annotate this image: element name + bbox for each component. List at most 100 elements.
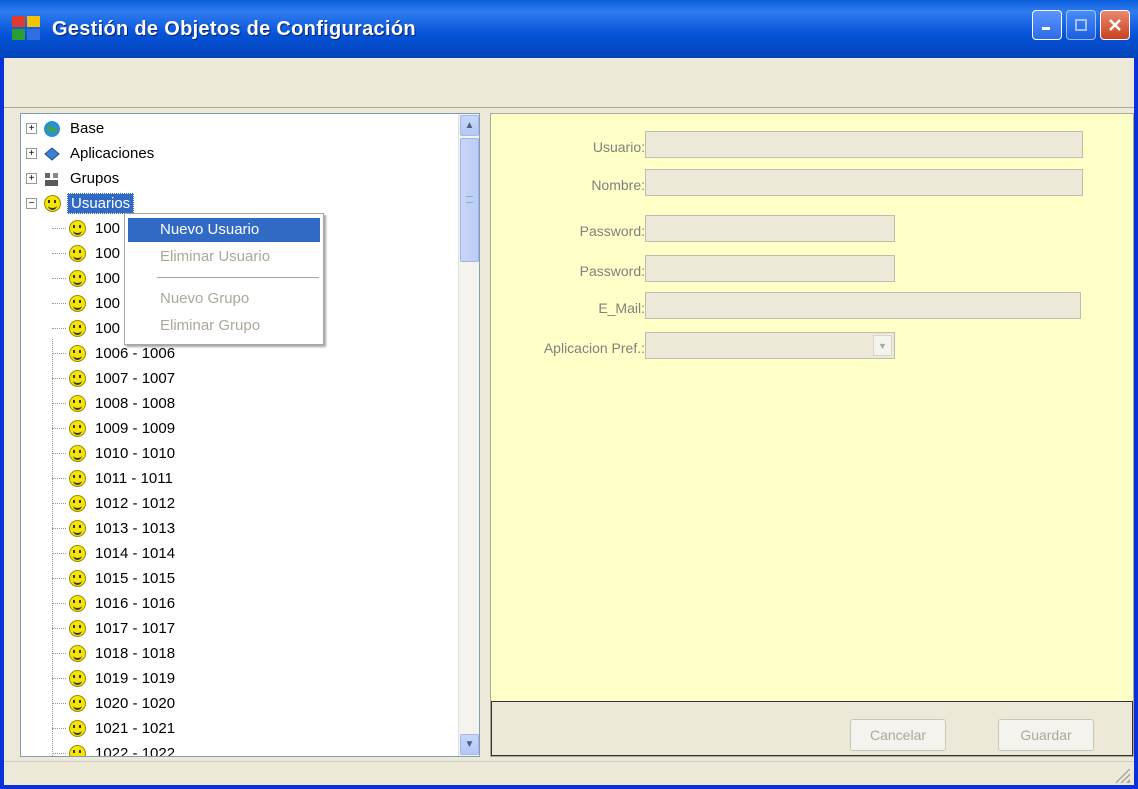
tree-node-label: 1012 - 1012: [95, 495, 176, 512]
tree-node-label: Aplicaciones: [70, 145, 155, 162]
tree-node-user[interactable]: 1021 - 1021: [68, 716, 178, 741]
tree-node-aplicaciones[interactable]: + Aplicaciones: [26, 141, 157, 166]
smiley-icon: [68, 220, 86, 238]
tree-node-label: 1015 - 1015: [95, 570, 176, 587]
scroll-up-icon[interactable]: ▲: [460, 115, 479, 136]
smiley-icon: [68, 445, 86, 463]
title-bar[interactable]: Gestión de Objetos de Configuración: [0, 0, 1138, 58]
tree-node-user[interactable]: 1018 - 1018: [68, 641, 178, 666]
usuario-field[interactable]: [645, 131, 1083, 158]
tree-node-user[interactable]: 1010 - 1010: [68, 441, 178, 466]
expand-icon[interactable]: +: [26, 173, 37, 184]
save-button[interactable]: Guardar: [998, 719, 1094, 751]
tree-connector: [52, 703, 66, 704]
email-label: E_Mail:: [598, 300, 645, 316]
menu-item-eliminar-grupo[interactable]: Eliminar Grupo: [128, 314, 320, 338]
tree-node-usuarios[interactable]: − Usuarios: [26, 191, 135, 216]
collapse-icon[interactable]: −: [26, 198, 37, 209]
smiley-icon: [68, 520, 86, 538]
smiley-icon: [43, 195, 61, 213]
tree-node-user[interactable]: 100: [68, 216, 123, 241]
tree-node-user[interactable]: 1016 - 1016: [68, 591, 178, 616]
expand-icon[interactable]: +: [26, 123, 37, 134]
tree-connector: [52, 603, 66, 604]
resize-grip-icon[interactable]: [1116, 769, 1130, 783]
smiley-icon: [68, 295, 86, 313]
tree-node-label: 1018 - 1018: [95, 645, 176, 662]
tree-node-label: 1006 - 1006: [95, 345, 176, 362]
tree-connector: [52, 339, 53, 756]
tree-node-user[interactable]: 100: [68, 241, 123, 266]
tree-connector: [52, 328, 66, 329]
password-confirm-field[interactable]: [645, 255, 895, 282]
smiley-icon: [68, 370, 86, 388]
tree-node-label: 1017 - 1017: [95, 620, 176, 637]
password-confirm-label: Password:: [579, 263, 645, 279]
tree-node-label: 1011 - 1011: [95, 470, 173, 487]
tree-node-label: 1009 - 1009: [95, 420, 176, 437]
tree-node-user[interactable]: 100: [68, 266, 123, 291]
user-form: Usuario: Nombre: Password: Password: E_M…: [490, 113, 1134, 757]
button-bar: Cancelar Guardar: [491, 701, 1133, 756]
password-field[interactable]: [645, 215, 895, 242]
tree-node-user[interactable]: 1013 - 1013: [68, 516, 178, 541]
password-label: Password:: [579, 223, 645, 239]
scrollbar-thumb[interactable]: [460, 138, 479, 262]
email-field[interactable]: [645, 292, 1081, 319]
tree-node-label: 1021 - 1021: [95, 720, 176, 737]
maximize-icon[interactable]: [1066, 10, 1096, 40]
tree-node-label: 100: [95, 270, 121, 287]
tree-node-label: 1014 - 1014: [95, 545, 176, 562]
tree-node-user[interactable]: 1008 - 1008: [68, 391, 178, 416]
tree-node-user[interactable]: 1012 - 1012: [68, 491, 178, 516]
expand-icon[interactable]: +: [26, 148, 37, 159]
chevron-down-icon[interactable]: ▼: [873, 335, 892, 356]
menu-separator: [157, 277, 319, 278]
tree-node-user[interactable]: 100: [68, 291, 123, 316]
tree-connector: [52, 628, 66, 629]
app-pref-select[interactable]: ▼: [645, 332, 895, 359]
nombre-field[interactable]: [645, 169, 1083, 196]
tree-node-user[interactable]: 1015 - 1015: [68, 566, 178, 591]
tree-node-grupos[interactable]: + Grupos: [26, 166, 122, 191]
tree-connector: [52, 403, 66, 404]
tree-node-user[interactable]: 1019 - 1019: [68, 666, 178, 691]
tree-connector: [52, 278, 66, 279]
menu-item-nuevo-grupo[interactable]: Nuevo Grupo: [128, 287, 320, 311]
tree-view[interactable]: + Base + Aplicaciones + Grupos − Usuario…: [20, 113, 480, 757]
menu-item-eliminar-usuario[interactable]: Eliminar Usuario: [128, 245, 320, 269]
tree-node-label: 100: [95, 320, 121, 337]
tree-node-user[interactable]: 1011 - 1011: [68, 466, 176, 491]
tree-connector: [52, 528, 66, 529]
tree-scrollbar[interactable]: ▲ ▼: [458, 114, 479, 756]
tree-node-label: Grupos: [70, 170, 120, 187]
tree-node-user[interactable]: 1007 - 1007: [68, 366, 178, 391]
tree-node-label: 1016 - 1016: [95, 595, 176, 612]
tree-node-user[interactable]: 1009 - 1009: [68, 416, 178, 441]
toolbar: [4, 58, 1134, 108]
menu-item-nuevo-usuario[interactable]: Nuevo Usuario: [128, 218, 320, 242]
tree-connector: [52, 378, 66, 379]
close-icon[interactable]: [1100, 10, 1130, 40]
tree-node-user[interactable]: 1017 - 1017: [68, 616, 178, 641]
tree-node-user[interactable]: 1022 - 1022: [68, 741, 178, 757]
tree-connector: [52, 478, 66, 479]
smiley-icon: [68, 420, 86, 438]
scroll-down-icon[interactable]: ▼: [460, 734, 479, 755]
tree-connector: [52, 253, 66, 254]
tree-node-label: 1010 - 1010: [95, 445, 176, 462]
minimize-icon[interactable]: [1032, 10, 1062, 40]
tree-node-base[interactable]: + Base: [26, 116, 107, 141]
tree-connector: [52, 728, 66, 729]
cancel-button[interactable]: Cancelar: [850, 719, 946, 751]
smiley-icon: [68, 645, 86, 663]
globe-icon: [43, 120, 61, 138]
tree-node-label: 1022 - 1022: [95, 745, 176, 757]
tree-node-user[interactable]: 1014 - 1014: [68, 541, 178, 566]
tree-node-label: 1013 - 1013: [95, 520, 176, 537]
tree-node-label: Usuarios: [67, 193, 135, 214]
tree-node-user[interactable]: 100: [68, 316, 123, 341]
usuario-label: Usuario:: [592, 139, 645, 155]
tree-connector: [52, 753, 66, 754]
tree-node-user[interactable]: 1020 - 1020: [68, 691, 178, 716]
